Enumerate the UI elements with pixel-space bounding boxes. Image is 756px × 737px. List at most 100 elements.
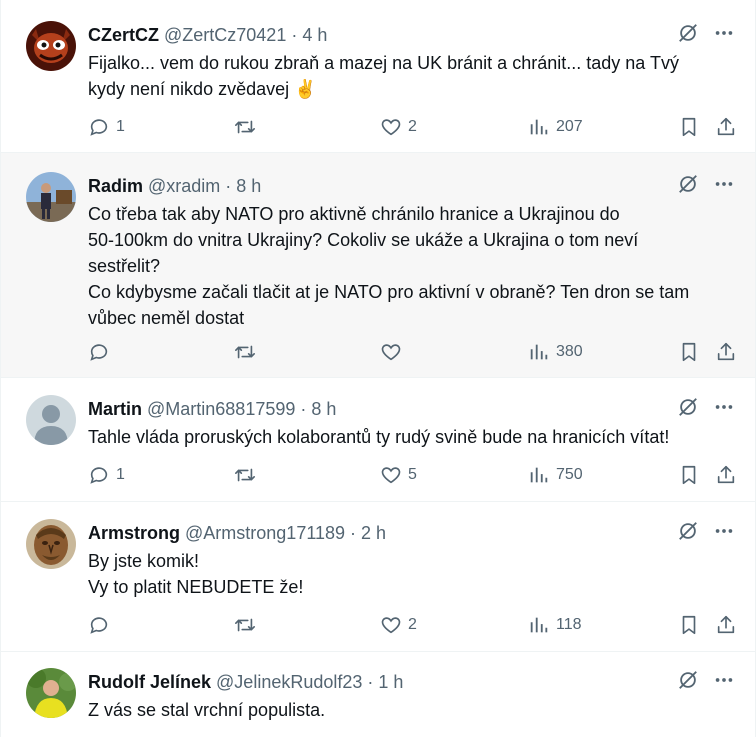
views-button[interactable]: 380 <box>528 339 583 365</box>
author-handle[interactable]: @JelinekRudolf23 <box>216 672 362 693</box>
timestamp[interactable]: 4 h <box>302 25 327 46</box>
bookmark-button[interactable] <box>678 114 700 140</box>
photo-avatar[interactable] <box>26 172 76 222</box>
share-button[interactable] <box>715 612 737 638</box>
tweet-actions: 2 118 <box>88 612 737 638</box>
share-icon <box>715 464 737 486</box>
grok-icon[interactable] <box>677 396 699 418</box>
timestamp[interactable]: 2 h <box>361 523 386 544</box>
separator-dot: · <box>225 175 232 196</box>
timestamp[interactable]: 8 h <box>236 176 261 197</box>
like-button[interactable]: 2 <box>380 114 417 140</box>
retweet-button[interactable] <box>233 114 263 140</box>
bookmark-button[interactable] <box>678 339 700 365</box>
author-handle[interactable]: @xradim <box>148 176 220 197</box>
devil-mask-avatar[interactable] <box>26 21 76 71</box>
separator-dot: · <box>300 398 307 419</box>
tweet-header: Radim @xradim · 8 h <box>88 174 737 198</box>
more-options-icon[interactable] <box>713 396 735 418</box>
tweet-text: Co třeba tak aby NATO pro aktivně chráni… <box>88 204 690 328</box>
tweet[interactable]: Armstrong @Armstrong171189 · 2 h By jste… <box>1 502 755 652</box>
views-button[interactable]: 750 <box>528 462 583 488</box>
share-icon <box>715 614 737 636</box>
author-handle[interactable]: @Martin68817599 <box>147 399 295 420</box>
like-count: 2 <box>408 118 417 135</box>
retweet-button[interactable] <box>233 612 263 638</box>
views-count: 750 <box>556 466 583 483</box>
bookmark-icon <box>678 464 700 486</box>
author-handle[interactable]: @Armstrong171189 <box>185 523 345 544</box>
tweet-header: CZertCZ @ZertCz70421 · 4 h <box>88 23 737 47</box>
tweet[interactable]: Radim @xradim · 8 h Co třeba tak aby NAT… <box>1 153 755 378</box>
views-count: 118 <box>556 616 582 633</box>
views-count: 207 <box>556 118 583 135</box>
more-options-icon[interactable] <box>713 520 735 542</box>
tweet-actions: 380 <box>88 339 737 365</box>
retweet-icon <box>233 116 257 138</box>
tweet-header: Rudolf Jelínek @JelinekRudolf23 · 1 h <box>88 670 737 694</box>
share-button[interactable] <box>715 339 737 365</box>
reply-button[interactable] <box>88 339 116 365</box>
grok-icon[interactable] <box>677 22 699 44</box>
grok-icon[interactable] <box>677 520 699 542</box>
author-name[interactable]: Martin <box>88 399 142 420</box>
tweet-text: By jste komik! Vy to platit NEBUDETE že! <box>88 551 304 597</box>
timestamp[interactable]: 1 h <box>378 672 403 693</box>
tweet[interactable]: Rudolf Jelínek @JelinekRudolf23 · 1 h Z … <box>1 652 755 737</box>
reply-icon <box>88 614 110 636</box>
timestamp[interactable]: 8 h <box>311 399 336 420</box>
heart-icon <box>380 614 402 636</box>
separator-dot: · <box>350 522 357 543</box>
author-handle[interactable]: @ZertCz70421 <box>164 25 286 46</box>
tweet[interactable]: CZertCZ @ZertCz70421 · 4 h Fijalko... ve… <box>1 0 755 153</box>
more-options-icon[interactable] <box>713 669 735 691</box>
grok-icon[interactable] <box>677 173 699 195</box>
bookmark-icon <box>678 614 700 636</box>
reply-button[interactable]: 1 <box>88 114 125 140</box>
tweet-text: Tahle vláda proruských kolaborantů ty ru… <box>88 427 670 447</box>
share-icon <box>715 116 737 138</box>
author-name[interactable]: CZertCZ <box>88 25 159 46</box>
like-button[interactable]: 2 <box>380 612 417 638</box>
views-button[interactable]: 118 <box>528 612 582 638</box>
heart-icon <box>380 464 402 486</box>
retweet-button[interactable] <box>233 462 263 488</box>
views-count: 380 <box>556 343 583 360</box>
share-button[interactable] <box>715 462 737 488</box>
tweet[interactable]: Martin @Martin68817599 · 8 h Tahle vláda… <box>1 378 755 502</box>
more-options-icon[interactable] <box>713 22 735 44</box>
reply-icon <box>88 341 110 363</box>
retweet-icon <box>233 341 257 363</box>
bookmark-icon <box>678 341 700 363</box>
views-chart-icon <box>528 614 550 636</box>
separator-dot: · <box>291 24 298 45</box>
photo-avatar[interactable] <box>26 668 76 718</box>
like-count: 2 <box>408 616 417 633</box>
heart-icon <box>380 341 402 363</box>
reply-button[interactable]: 1 <box>88 462 125 488</box>
reply-count: 1 <box>116 466 125 483</box>
default-person-avatar[interactable] <box>26 395 76 445</box>
share-button[interactable] <box>715 114 737 140</box>
more-options-icon[interactable] <box>713 173 735 195</box>
author-name[interactable]: Rudolf Jelínek <box>88 672 211 693</box>
bookmark-icon <box>678 116 700 138</box>
author-name[interactable]: Radim <box>88 176 143 197</box>
reply-button[interactable] <box>88 612 116 638</box>
tweet-text: Fijalko... vem do rukou zbraň a mazej na… <box>88 53 679 99</box>
bookmark-button[interactable] <box>678 612 700 638</box>
share-icon <box>715 341 737 363</box>
grok-icon[interactable] <box>677 669 699 691</box>
separator-dot: · <box>367 671 374 692</box>
reply-icon <box>88 464 110 486</box>
tweet-header: Martin @Martin68817599 · 8 h <box>88 397 737 421</box>
like-button[interactable] <box>380 339 408 365</box>
tweet-header: Armstrong @Armstrong171189 · 2 h <box>88 521 737 545</box>
views-button[interactable]: 207 <box>528 114 583 140</box>
views-chart-icon <box>528 341 550 363</box>
author-name[interactable]: Armstrong <box>88 523 180 544</box>
bookmark-button[interactable] <box>678 462 700 488</box>
carved-face-avatar[interactable] <box>26 519 76 569</box>
retweet-button[interactable] <box>233 339 263 365</box>
like-button[interactable]: 5 <box>380 462 417 488</box>
